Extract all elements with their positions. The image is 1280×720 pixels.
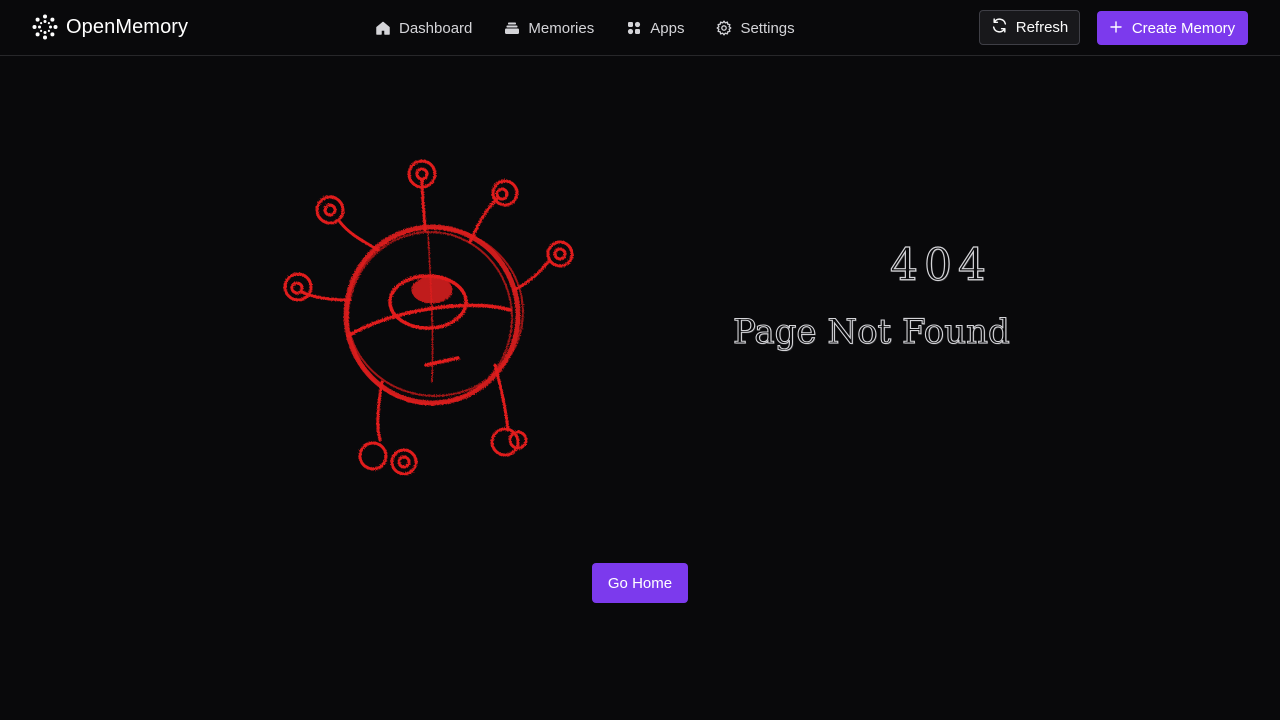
openmemory-logo-icon	[32, 14, 58, 40]
nav-label: Dashboard	[399, 19, 473, 37]
nav-item-dashboard[interactable]: Dashboard	[375, 20, 472, 37]
create-memory-button[interactable]: Create Memory	[1097, 11, 1248, 45]
brand-name: OpenMemory	[66, 15, 189, 38]
main-navigation: Dashboard Memories Apps Settings	[375, 0, 827, 56]
refresh-icon	[991, 17, 1008, 38]
refresh-label: Refresh	[1015, 19, 1069, 36]
red-sketch-monster-illustration	[270, 150, 590, 495]
apps-grid-icon	[626, 20, 642, 36]
plus-icon	[1110, 20, 1122, 37]
nav-label: Settings	[740, 19, 795, 37]
nav-label: Apps	[650, 19, 685, 37]
nav-item-apps[interactable]: Apps	[626, 20, 684, 37]
gear-icon	[716, 20, 732, 36]
nav-item-settings[interactable]: Settings	[716, 19, 795, 37]
error-code: 404	[889, 239, 992, 291]
nav-item-memories[interactable]: Memories	[504, 20, 594, 37]
create-memory-label: Create Memory	[1131, 19, 1236, 37]
layers-icon	[504, 20, 520, 36]
home-icon	[375, 20, 391, 36]
go-home-button[interactable]: Go Home	[592, 563, 688, 603]
nav-label: Memories	[528, 19, 595, 37]
top-navigation-bar: OpenMemory Dashboard Memories Apps Setti…	[0, 0, 1280, 56]
brand[interactable]: OpenMemory	[32, 14, 188, 40]
refresh-button[interactable]: Refresh	[979, 10, 1080, 45]
error-message: Page Not Found	[732, 311, 1010, 352]
go-home-label: Go Home	[607, 574, 673, 592]
